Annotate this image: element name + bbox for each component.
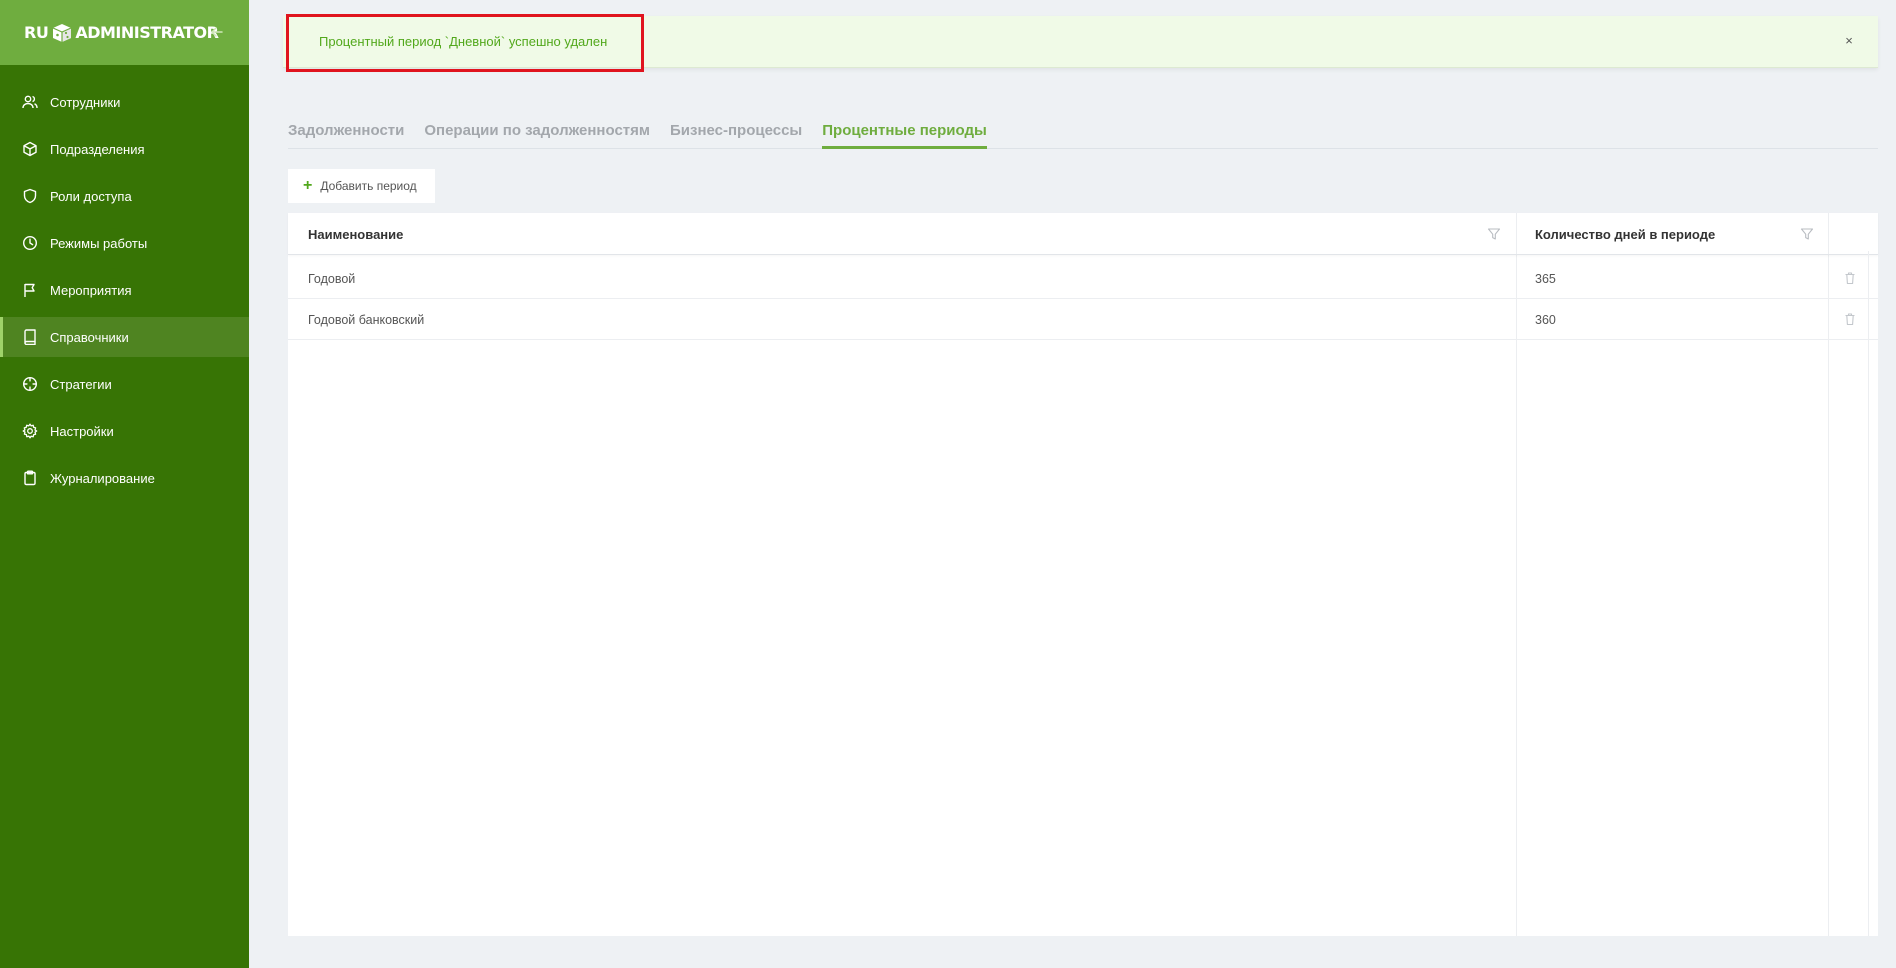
sidebar-item-access-roles[interactable]: Роли доступа xyxy=(0,176,249,216)
sidebar-item-label: Настройки xyxy=(50,423,114,439)
users-icon xyxy=(22,94,38,110)
cube-icon xyxy=(22,141,38,157)
sidebar-item-strategies[interactable]: Стратегии xyxy=(0,364,249,404)
sidebar-item-settings[interactable]: Настройки xyxy=(0,411,249,451)
sidebar-item-label: Стратегии xyxy=(50,376,112,392)
logo-cube-icon xyxy=(53,23,72,42)
sidebar-item-label: Режимы работы xyxy=(50,235,148,251)
trash-icon[interactable] xyxy=(1843,271,1857,285)
flag-icon xyxy=(22,282,38,298)
sidebar-header: RU ADMINISTRATOR xyxy=(0,0,249,65)
clock-icon xyxy=(22,235,38,251)
shield-icon xyxy=(22,188,38,204)
tab-debts[interactable]: Задолженности xyxy=(288,113,404,149)
sidebar-item-label: Сотрудники xyxy=(50,94,121,110)
tab-interest-periods[interactable]: Процентные периоды xyxy=(822,113,987,149)
cell-days: 360 xyxy=(1535,312,1556,327)
tab-debt-operations[interactable]: Операции по задолженностям xyxy=(424,113,650,149)
column-header-days: Количество дней в периоде xyxy=(1535,226,1716,242)
sidebar-item-label: Справочники xyxy=(50,329,129,345)
sidebar-item-employees[interactable]: Сотрудники xyxy=(0,82,249,122)
sidebar: RU ADMINISTRATOR Сотрудники Подразделени… xyxy=(0,0,249,968)
trash-icon[interactable] xyxy=(1843,312,1857,326)
sidebar-item-label: Мероприятия xyxy=(50,282,132,298)
sidebar-item-label: Журналирование xyxy=(50,470,155,486)
cell-name: Годовой xyxy=(308,271,356,286)
arrow-left-icon xyxy=(211,27,223,37)
add-period-label: Добавить период xyxy=(320,179,417,193)
plus-icon: + xyxy=(303,177,313,194)
tab-bar: Задолженности Операции по задолженностям… xyxy=(288,113,1878,149)
column-header-name: Наименование xyxy=(308,226,404,242)
sidebar-item-references[interactable]: Справочники xyxy=(0,317,249,357)
sidebar-item-events[interactable]: Мероприятия xyxy=(0,270,249,310)
collapse-sidebar-button[interactable] xyxy=(207,22,227,42)
sidebar-item-departments[interactable]: Подразделения xyxy=(0,129,249,169)
logo[interactable]: RU ADMINISTRATOR xyxy=(24,23,219,43)
add-period-button[interactable]: + Добавить период xyxy=(288,169,435,203)
table-header: Наименование Количество дней в периоде xyxy=(288,213,1878,255)
scrollbar-track[interactable] xyxy=(1868,251,1869,936)
gear-icon xyxy=(22,423,38,439)
cell-days: 365 xyxy=(1535,271,1556,286)
periods-table: Наименование Количество дней в периоде Г… xyxy=(288,213,1878,936)
sidebar-nav: Сотрудники Подразделения Роли доступа Ре… xyxy=(0,82,249,498)
sidebar-item-label: Подразделения xyxy=(50,141,145,157)
tab-business-processes[interactable]: Бизнес-процессы xyxy=(670,113,802,149)
table-row[interactable]: Годовой банковский 360 xyxy=(288,299,1878,340)
crosshair-icon xyxy=(22,376,38,392)
filter-icon[interactable] xyxy=(1800,227,1814,241)
sidebar-item-label: Роли доступа xyxy=(50,188,132,204)
notification-close-button[interactable]: × xyxy=(1841,33,1857,49)
filter-icon[interactable] xyxy=(1487,227,1501,241)
book-icon xyxy=(22,329,38,345)
table-row[interactable]: Годовой 365 xyxy=(288,258,1878,299)
cell-name: Годовой банковский xyxy=(308,312,425,327)
logo-text-left: RU xyxy=(24,23,49,42)
notification-message: Процентный период `Дневной` успешно удал… xyxy=(319,34,608,49)
logo-text-right: ADMINISTRATOR xyxy=(75,23,219,42)
clipboard-icon xyxy=(22,470,38,486)
sidebar-item-work-modes[interactable]: Режимы работы xyxy=(0,223,249,263)
sidebar-item-logging[interactable]: Журналирование xyxy=(0,458,249,498)
